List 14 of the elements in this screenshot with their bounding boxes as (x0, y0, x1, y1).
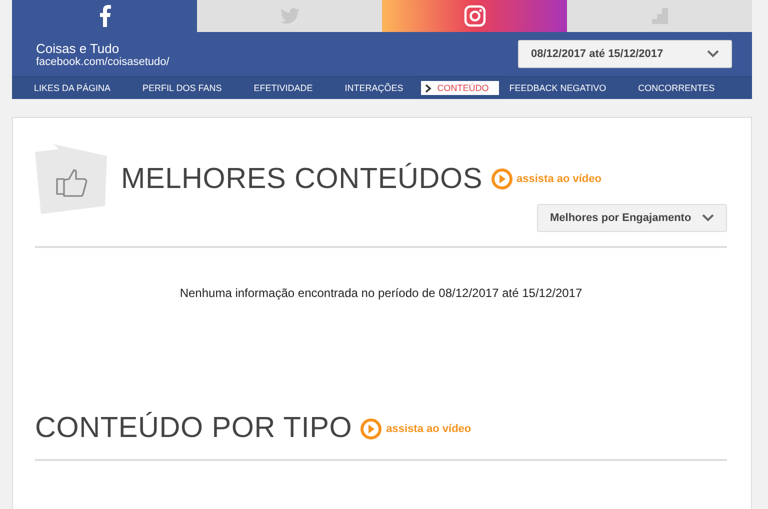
page-name: Coisas e Tudo (36, 40, 120, 56)
date-range-dropdown[interactable]: 08/12/2017 até 15/12/2017 (518, 40, 732, 68)
nav-tab[interactable]: CONTEÚDO (421, 81, 500, 95)
empty-message: Nenhuma informação encontrada no período de 08/12/2017 até 15/12/2017 (178, 286, 584, 300)
nav-tab[interactable]: FEEDBACK NEGATIVO (505, 81, 610, 95)
nav-tab[interactable]: EFETIVIDADE (250, 81, 317, 95)
nav-tab[interactable]: LIKES DA PÁGINA (30, 81, 115, 95)
page-url: facebook.com/coisasetudo/ (36, 56, 170, 68)
sort-dropdown[interactable]: Melhores por Engajamento (537, 204, 727, 232)
section-title: MELHORES CONTEÚDOS (121, 162, 482, 196)
nav-tab[interactable]: CONCORRENTES (634, 81, 719, 95)
section-title: CONTEÚDO POR TIPO (35, 412, 352, 445)
nav-tab[interactable]: INTERAÇÕES (340, 81, 408, 95)
nav-tab[interactable]: PERFIL DOS FANS (138, 81, 226, 95)
